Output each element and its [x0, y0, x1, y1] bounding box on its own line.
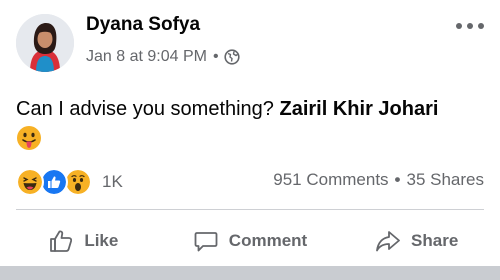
divider: [16, 209, 484, 210]
avatar[interactable]: [16, 14, 74, 72]
face-with-tongue-icon: [17, 126, 41, 150]
mention-link[interactable]: Zairil Khir Johari: [280, 98, 439, 120]
share-button[interactable]: Share: [333, 222, 500, 260]
author-name[interactable]: Dyana Sofya: [86, 14, 200, 36]
haha-reaction-icon: [16, 168, 44, 196]
like-button[interactable]: Like: [0, 222, 167, 260]
shares-count[interactable]: 35 Shares: [407, 170, 485, 190]
globe-icon[interactable]: [223, 49, 240, 65]
comment-label: Comment: [228, 231, 308, 250]
comment-button[interactable]: Comment: [167, 222, 334, 260]
post-text: Can I advise you something? Zairil Khir …: [16, 95, 486, 123]
like-reaction-icon: [40, 168, 68, 196]
meta-separator: •: [212, 48, 219, 65]
post-timestamp[interactable]: Jan 8 at 9:04 PM: [86, 48, 207, 66]
share-icon: [376, 231, 400, 252]
counts-separator: •: [394, 170, 401, 189]
like-label: Like: [84, 231, 119, 250]
more-options-icon[interactable]: [456, 16, 484, 36]
comment-icon: [194, 232, 218, 252]
feed-separator: [0, 266, 500, 280]
thumbs-up-icon: [50, 230, 73, 252]
comments-count[interactable]: 951 Comments: [273, 170, 388, 190]
reaction-count: 1K: [102, 172, 123, 191]
profile-photo: [16, 14, 74, 72]
feed-post: Dyana Sofya Jan 8 at 9:04 PM • Can I adv…: [0, 0, 500, 266]
post-text-main: Can I advise you something?: [16, 98, 280, 120]
wow-reaction-icon: [64, 168, 92, 196]
post-actions: Like Comment Share: [0, 222, 500, 260]
share-label: Share: [411, 231, 459, 250]
post-meta: Jan 8 at 9:04 PM •: [86, 48, 240, 66]
engagement-counts: 951 Comments • 35 Shares: [273, 170, 484, 190]
reaction-summary[interactable]: 1K: [16, 168, 123, 196]
